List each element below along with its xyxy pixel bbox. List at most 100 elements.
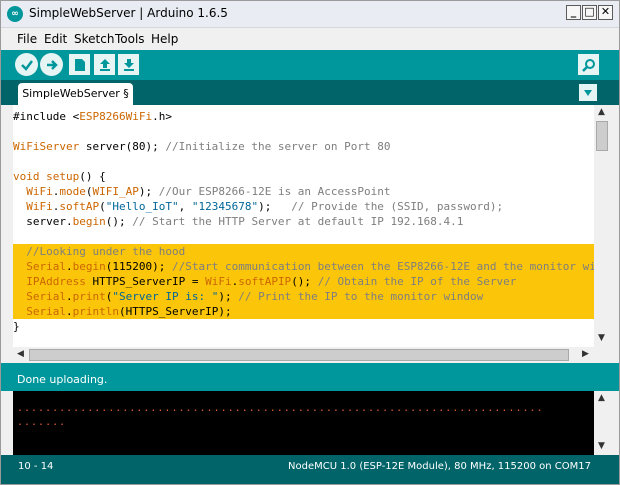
code-token: (); bbox=[291, 275, 318, 288]
menu-sketch[interactable]: Sketch bbox=[74, 32, 114, 46]
scroll-down-arrow-icon[interactable]: ▼ bbox=[598, 333, 605, 343]
code-token: "Server IP is: " bbox=[112, 290, 219, 303]
serial-monitor-icon bbox=[581, 58, 595, 72]
status-message: Done uploading. bbox=[17, 373, 108, 386]
code-token: WiFi bbox=[205, 275, 232, 288]
code-token: void bbox=[13, 170, 40, 183]
editor-vertical-scroll-thumb[interactable] bbox=[596, 121, 608, 151]
console-line: ........................................… bbox=[17, 403, 544, 414]
code-token: softAP bbox=[59, 200, 100, 213]
maximize-button[interactable]: □ bbox=[582, 5, 597, 20]
code-line: WiFiServer server(80); //Initialize the … bbox=[13, 139, 594, 154]
tab-strip: SimpleWebServer § bbox=[1, 80, 619, 105]
upload-button[interactable] bbox=[40, 53, 63, 76]
code-token: . bbox=[66, 290, 73, 303]
code-token: ); bbox=[138, 185, 159, 198]
console-output[interactable]: ........................................… bbox=[13, 391, 594, 455]
menu-bar: File Edit Sketch Tools Help bbox=[1, 28, 619, 50]
open-button[interactable] bbox=[94, 54, 115, 75]
editor-horizontal-scrollbar[interactable]: ◀ ▶ bbox=[13, 347, 594, 363]
editor-horizontal-scroll-thumb[interactable] bbox=[29, 349, 569, 361]
code-token: WiFi bbox=[26, 200, 53, 213]
tab-menu-button[interactable] bbox=[579, 84, 597, 101]
code-token: // Provide the (SSID, password); bbox=[291, 200, 504, 213]
menu-file[interactable]: File bbox=[17, 32, 37, 46]
save-button[interactable] bbox=[118, 54, 139, 75]
title-bar: ∞ SimpleWebServer | Arduino 1.6.5 _ □ ✕ bbox=[1, 1, 619, 28]
upload-icon bbox=[46, 59, 58, 70]
code-token: println bbox=[72, 305, 119, 318]
code-token: setup bbox=[46, 170, 80, 183]
minimize-button[interactable]: _ bbox=[566, 5, 581, 20]
scroll-left-arrow-icon[interactable]: ◀ bbox=[17, 349, 24, 359]
scroll-down-arrow-icon[interactable]: ▼ bbox=[598, 441, 605, 451]
code-line: WiFi.softAP("Hello_IoT", "12345678"); //… bbox=[13, 199, 594, 214]
code-token: // Obtain the IP of the Server bbox=[317, 275, 517, 288]
code-token: . bbox=[66, 260, 73, 273]
code-token: ESP8266WiFi bbox=[79, 110, 153, 123]
code-token: mode bbox=[59, 185, 86, 198]
code-token: "12345678" bbox=[191, 200, 259, 213]
code-line: server.begin(); // Start the HTTP Server… bbox=[13, 214, 594, 229]
new-button[interactable] bbox=[69, 54, 90, 75]
code-token: //Start communication between the ESP826… bbox=[171, 260, 594, 273]
toolbar bbox=[1, 50, 619, 80]
code-token: server. bbox=[13, 215, 73, 228]
menu-tools[interactable]: Tools bbox=[115, 32, 145, 46]
console-vertical-scrollbar[interactable]: ▲ ▼ bbox=[594, 391, 611, 455]
code-token: server(80); bbox=[79, 140, 166, 153]
verify-icon bbox=[20, 59, 33, 71]
code-token: (115200); bbox=[105, 260, 172, 273]
highlighted-code-line: IPAddress HTTPS_ServerIP = WiFi.softAPIP… bbox=[13, 274, 594, 289]
code-token: () { bbox=[79, 170, 106, 183]
tab-simplewebserver[interactable]: SimpleWebServer § bbox=[18, 83, 133, 105]
code-token: IPAddress bbox=[26, 275, 86, 288]
code-token: Serial bbox=[26, 260, 66, 273]
code-token: HTTPS_ServerIP = bbox=[85, 275, 206, 288]
code-token: "Hello_IoT" bbox=[105, 200, 179, 213]
code-token: ); bbox=[218, 290, 239, 303]
save-icon bbox=[123, 58, 134, 71]
verify-button[interactable] bbox=[15, 53, 38, 76]
code-token: .h> bbox=[152, 110, 172, 123]
arduino-ide-window: ∞ SimpleWebServer | Arduino 1.6.5 _ □ ✕ … bbox=[0, 0, 620, 485]
menu-edit[interactable]: Edit bbox=[44, 32, 67, 46]
highlighted-code-line: Serial.begin(115200); //Start communicat… bbox=[13, 259, 594, 274]
code-token: print bbox=[72, 290, 106, 303]
code-token: WIFI_AP bbox=[92, 185, 139, 198]
menu-help[interactable]: Help bbox=[151, 32, 178, 46]
serial-monitor-button[interactable] bbox=[578, 54, 599, 75]
scroll-up-arrow-icon[interactable]: ▲ bbox=[598, 393, 605, 403]
code-token: (); bbox=[105, 215, 133, 228]
close-button[interactable]: ✕ bbox=[598, 5, 613, 20]
code-token: , bbox=[178, 200, 192, 213]
editor-vertical-scrollbar[interactable]: ▲ ▼ bbox=[594, 105, 611, 347]
code-token: ( bbox=[85, 185, 93, 198]
code-token: // Start the HTTP Server at default IP 1… bbox=[132, 215, 464, 228]
code-token: . bbox=[66, 305, 73, 318]
code-token: ( bbox=[99, 200, 106, 213]
code-token: Serial bbox=[26, 305, 66, 318]
highlighted-code-line: Serial.println(HTTPS_ServerIP); bbox=[13, 304, 594, 319]
code-token: WiFi bbox=[26, 185, 53, 198]
code-token: WiFiServer bbox=[13, 140, 80, 153]
code-line: } bbox=[13, 319, 594, 334]
code-token: // Print the IP to the monitor window bbox=[238, 290, 484, 303]
code-line: void setup() { bbox=[13, 169, 594, 184]
code-token: Serial bbox=[26, 290, 66, 303]
scroll-right-arrow-icon[interactable]: ▶ bbox=[582, 349, 589, 359]
scroll-up-arrow-icon[interactable]: ▲ bbox=[598, 107, 605, 117]
code-token: //Our ESP8266-12E is an AccessPoint bbox=[158, 185, 391, 198]
code-token: (HTTPS_ServerIP); bbox=[118, 305, 232, 318]
code-token: //Looking under the hood bbox=[26, 245, 186, 258]
code-token: } bbox=[13, 320, 20, 333]
code-editor[interactable]: #include <ESP8266WiFi.h> WiFiServer serve… bbox=[13, 105, 594, 347]
code-token: //Initialize the server on Port 80 bbox=[165, 140, 391, 153]
